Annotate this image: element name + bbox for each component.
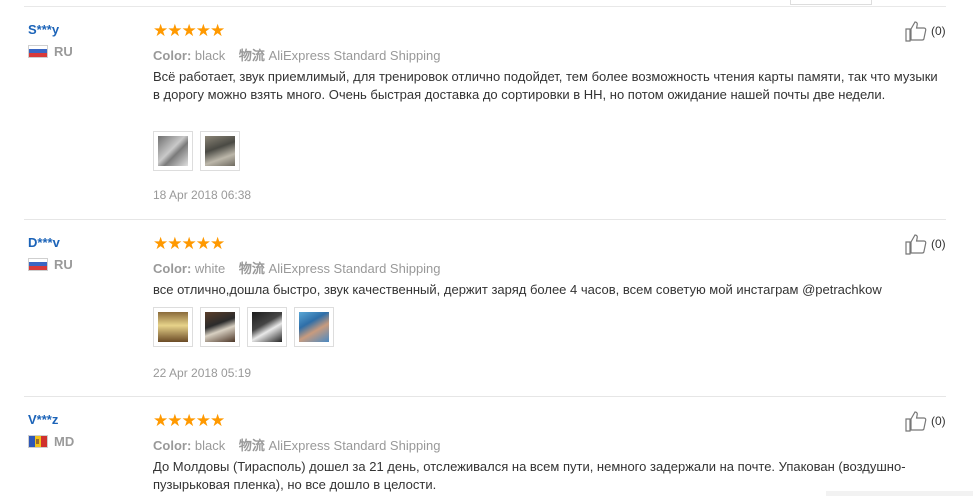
review-photo[interactable] — [294, 307, 334, 347]
color-value: white — [194, 261, 226, 276]
star-rating: ★★★★★ — [153, 21, 225, 40]
review-text: Всё работает, звук приемлимый, для трени… — [153, 69, 938, 102]
review-photo[interactable] — [247, 307, 287, 347]
review-meta: Color: black 物流 AliExpress Standard Ship… — [153, 45, 441, 64]
shipping-value: AliExpress Standard Shipping — [268, 48, 441, 63]
reviewer-name: D***v — [28, 235, 60, 250]
review-meta: Color: black 物流 AliExpress Standard Ship… — [153, 435, 441, 454]
review-photo[interactable] — [153, 131, 193, 171]
top-control-edge — [790, 0, 872, 5]
reviewer-name: S***y — [28, 22, 60, 37]
review-meta: Color: white 物流 AliExpress Standard Ship… — [153, 258, 441, 277]
star-rating: ★★★★★ — [153, 411, 225, 430]
country-code: RU — [54, 256, 73, 272]
review-photos — [153, 131, 240, 171]
thumbs-up-icon — [905, 21, 927, 42]
review-photo[interactable] — [200, 307, 240, 347]
divider — [24, 396, 946, 397]
star-rating: ★★★★★ — [153, 234, 225, 253]
helpful-count: (0) — [931, 414, 946, 428]
helpful-button[interactable]: (0) — [904, 409, 946, 433]
divider — [24, 6, 946, 7]
country-code: MD — [54, 433, 75, 449]
review-text: все отлично,дошла быстро, звук качествен… — [153, 282, 882, 297]
shipping-label: 物流 — [238, 48, 265, 63]
review-date: 22 Apr 2018 05:19 — [153, 366, 252, 380]
thumbs-up-icon — [905, 411, 927, 432]
country-code: RU — [54, 43, 73, 59]
shipping-label: 物流 — [238, 261, 265, 276]
review-photos — [153, 307, 334, 347]
moldova-flag-icon — [28, 434, 48, 448]
shipping-label: 物流 — [238, 438, 265, 453]
color-label: Color: — [153, 48, 192, 63]
russia-flag-icon — [28, 44, 48, 58]
reviewer-country: RU — [28, 256, 73, 272]
bottom-corner-edge — [826, 491, 973, 496]
helpful-count: (0) — [931, 24, 946, 38]
reviewer-country: RU — [28, 43, 73, 59]
review-text: До Молдовы (Тирасполь) дошел за 21 день,… — [153, 459, 906, 492]
review-photo[interactable] — [200, 131, 240, 171]
reviewer-country: MD — [28, 433, 75, 449]
helpful-count: (0) — [931, 237, 946, 251]
color-value: black — [194, 438, 226, 453]
review-item: D***v RU ★★★★★ Color: white 物流 AliExpres… — [0, 232, 973, 385]
russia-flag-icon — [28, 257, 48, 271]
color-value: black — [194, 48, 226, 63]
review-item: V***z MD ★★★★★ Color: black 物流 AliExpres… — [0, 409, 973, 496]
review-item: S***y RU ★★★★★ Color: black 物流 AliExpres… — [0, 19, 973, 217]
shipping-value: AliExpress Standard Shipping — [268, 438, 441, 453]
color-label: Color: — [153, 261, 192, 276]
review-photo[interactable] — [153, 307, 193, 347]
shipping-value: AliExpress Standard Shipping — [268, 261, 441, 276]
review-date: 18 Apr 2018 06:38 — [153, 188, 252, 202]
helpful-button[interactable]: (0) — [904, 19, 946, 43]
color-label: Color: — [153, 438, 192, 453]
divider — [24, 219, 946, 220]
reviewer-name: V***z — [28, 412, 59, 427]
helpful-button[interactable]: (0) — [904, 232, 946, 256]
thumbs-up-icon — [905, 234, 927, 255]
